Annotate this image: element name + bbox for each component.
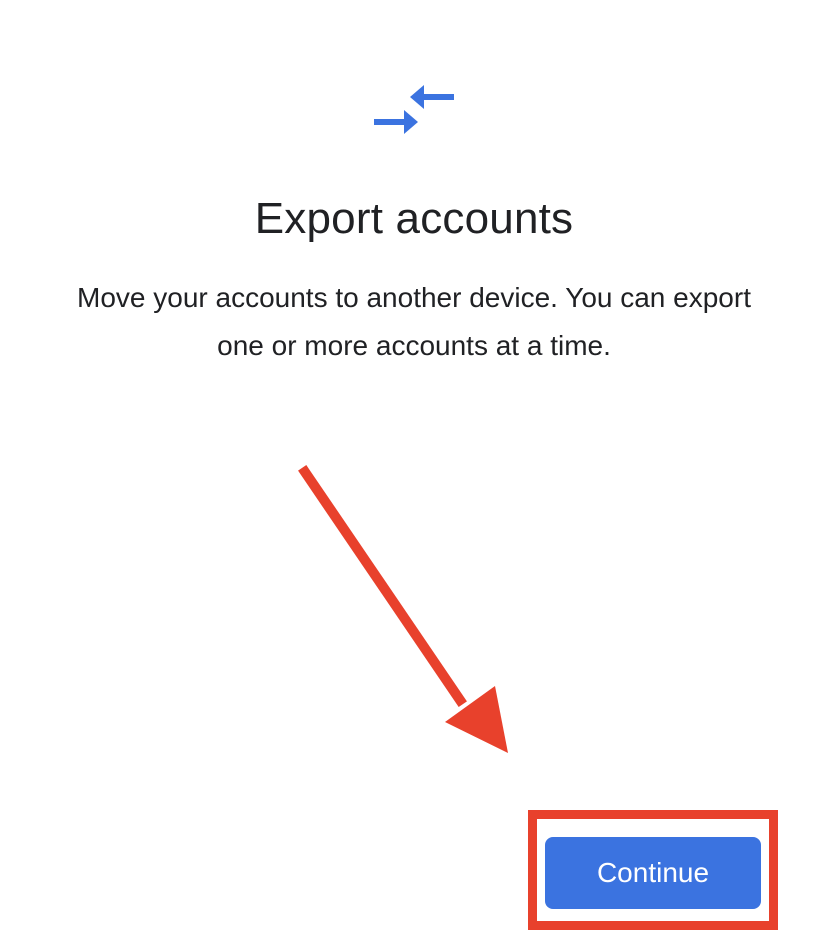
page-description: Move your accounts to another device. Yo… bbox=[77, 282, 751, 361]
page-title: Export accounts bbox=[254, 194, 574, 243]
export-accounts-screen: Export accounts Move your accounts to an… bbox=[0, 0, 828, 946]
export-arrows-icon bbox=[374, 85, 454, 134]
annotation-arrow bbox=[298, 465, 508, 753]
continue-button[interactable]: Continue bbox=[545, 837, 761, 909]
